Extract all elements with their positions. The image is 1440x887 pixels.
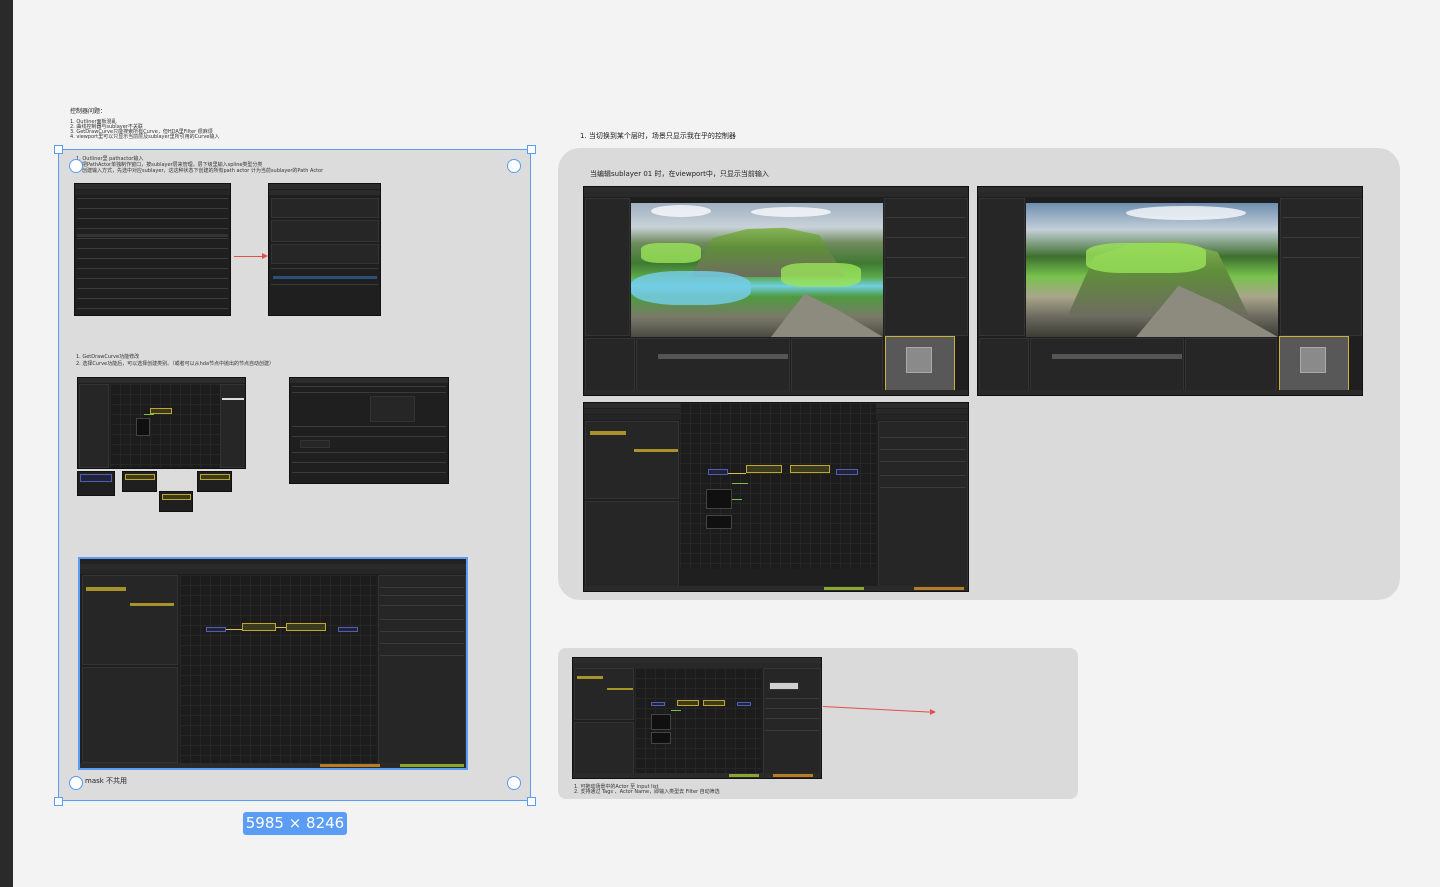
right-frame-subheading: 当编辑sublayer 01 时，在viewport中，只显示当前输入	[590, 170, 769, 178]
resize-handle-top-left[interactable]	[54, 145, 63, 154]
selection-rectangle[interactable]	[58, 149, 531, 801]
rotate-handle-bottom-left[interactable]	[69, 776, 83, 790]
node-editor-screenshot-right	[583, 402, 969, 592]
rotate-handle-bottom-right[interactable]	[507, 776, 521, 790]
landscape-viewport-1	[631, 203, 883, 337]
landscape-viewport-2	[1026, 203, 1278, 337]
notes-item-4: 4. viewport里可以只显示当前层及sublayer里所引用的Curve输…	[70, 134, 220, 140]
left-toolbar-strip	[0, 0, 13, 887]
selection-size-badge: 5985 × 8246	[243, 812, 347, 835]
notes-title: 控制器问题：	[70, 108, 107, 115]
editor-screenshot-1	[583, 186, 969, 396]
rotate-handle-top-left[interactable]	[69, 159, 83, 173]
frame2-note-2: 2. 支持通过 Tags 、Actor Name，即输入类型去 Filter 自…	[574, 789, 720, 795]
rotate-handle-top-right[interactable]	[507, 159, 521, 173]
editor-screenshot-2	[977, 186, 1363, 396]
resize-handle-bottom-left[interactable]	[54, 797, 63, 806]
resize-handle-top-right[interactable]	[527, 145, 536, 154]
resize-handle-bottom-right[interactable]	[527, 797, 536, 806]
right-frame-heading: 1. 当切换到某个层时，场景只显示我在乎的控制器	[580, 132, 736, 140]
node-editor-screenshot-small	[572, 657, 822, 779]
arrow-head-icon-2	[930, 709, 936, 715]
